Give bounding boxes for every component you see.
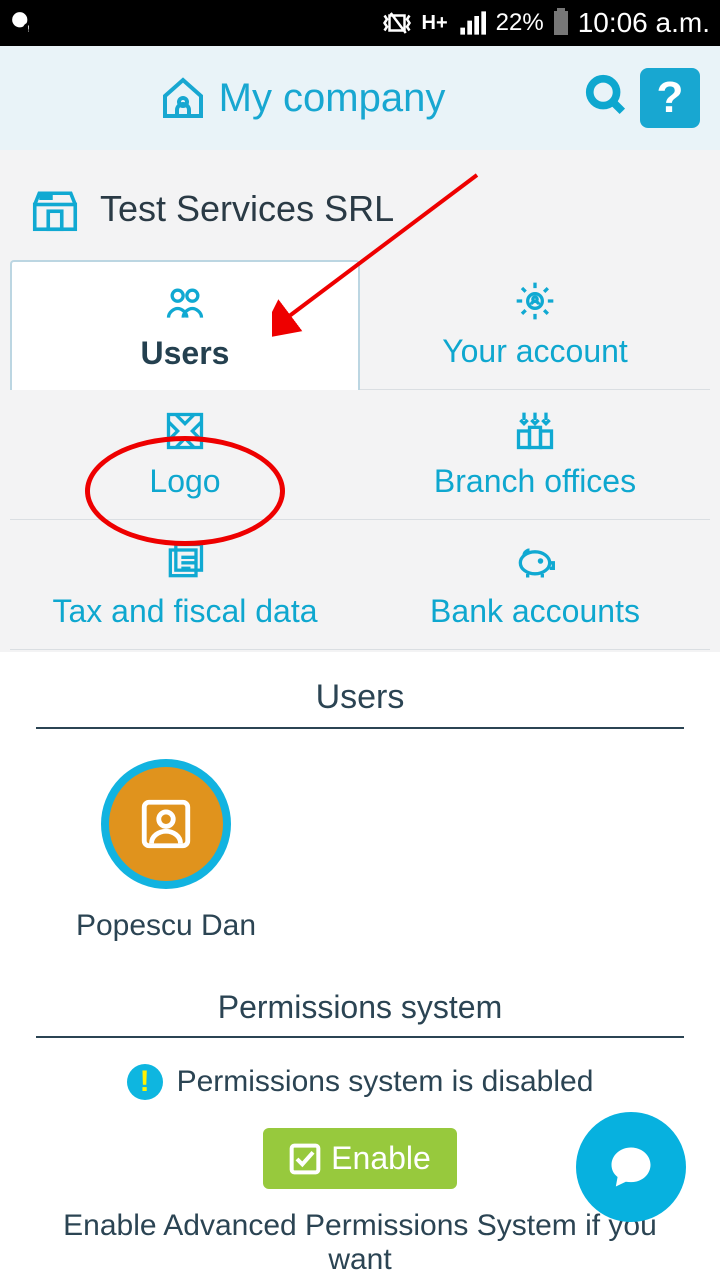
permissions-status-text: Permissions system is disabled (177, 1065, 594, 1099)
user-avatar (101, 759, 231, 889)
battery-percent: 22% (496, 9, 544, 37)
person-icon (137, 795, 195, 853)
branches-icon (513, 409, 557, 453)
help-button[interactable]: ? (640, 68, 700, 128)
logo-icon (163, 409, 207, 453)
android-status-bar: ! H+ 22% 10:06 a.m. (0, 0, 720, 46)
company-name: Test Services SRL (100, 188, 394, 230)
tab-label: Users (141, 335, 230, 372)
company-home-icon (159, 74, 207, 122)
warning-icon: ! (127, 1064, 163, 1100)
tab-your-account[interactable]: Your account (360, 260, 710, 390)
app-header: My company ? (0, 46, 720, 150)
users-icon (163, 281, 207, 325)
network-type: H+ (422, 12, 448, 35)
check-icon (289, 1143, 321, 1175)
permissions-title: Permissions system (36, 983, 684, 1038)
tabs-grid: Users Your account Logo Branch offices T… (10, 260, 710, 650)
battery-icon (554, 11, 568, 35)
tab-label: Your account (442, 333, 628, 370)
tab-tax-fiscal[interactable]: Tax and fiscal data (10, 520, 360, 650)
chat-fab[interactable] (576, 1112, 686, 1222)
tab-branch-offices[interactable]: Branch offices (360, 390, 710, 520)
users-section-title: Users (36, 678, 684, 729)
tab-bank-accounts[interactable]: Bank accounts (360, 520, 710, 650)
tab-logo[interactable]: Logo (10, 390, 360, 520)
sync-problem-icon: ! (10, 10, 36, 36)
tab-label: Logo (149, 463, 220, 500)
tab-label: Tax and fiscal data (52, 593, 317, 630)
piggy-bank-icon (513, 539, 557, 583)
tab-label: Branch offices (434, 463, 636, 500)
permissions-status-row: ! Permissions system is disabled (36, 1064, 684, 1100)
tab-label: Bank accounts (430, 593, 640, 630)
signal-icon (458, 9, 486, 37)
user-name: Popescu Dan (76, 909, 256, 943)
help-label: ? (657, 73, 684, 123)
svg-text:!: ! (27, 24, 29, 34)
company-header: Test Services SRL (0, 150, 720, 260)
gear-user-icon (513, 279, 557, 323)
search-icon (584, 73, 630, 119)
permissions-description: Enable Advanced Permissions System if yo… (36, 1209, 684, 1277)
chat-icon (605, 1141, 657, 1193)
clock: 10:06 a.m. (578, 7, 710, 39)
enable-label: Enable (331, 1140, 431, 1177)
vibrate-off-icon (382, 8, 412, 38)
document-money-icon (163, 539, 207, 583)
user-card[interactable]: Popescu Dan (36, 759, 296, 943)
tab-users[interactable]: Users (10, 260, 360, 390)
storefront-icon (28, 182, 82, 236)
page-title: My company (219, 76, 446, 121)
enable-permissions-button[interactable]: Enable (263, 1128, 457, 1189)
search-button[interactable] (584, 73, 630, 124)
